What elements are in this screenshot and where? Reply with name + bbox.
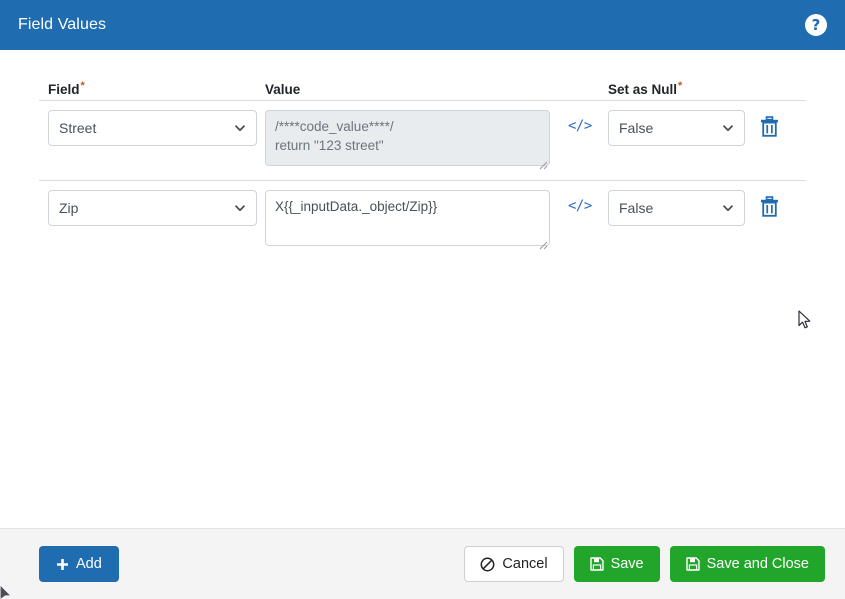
dialog-body: Field* Value Set as Null* Street /****co…	[0, 50, 845, 528]
help-circle-icon[interactable]: ?	[805, 14, 827, 36]
required-asterisk: *	[678, 79, 683, 92]
field-values-table: Field* Value Set as Null* Street /****co…	[39, 72, 806, 260]
chevron-down-icon	[234, 202, 246, 214]
code-editor-icon[interactable]: </>	[568, 199, 592, 213]
row-code-cell: </>	[560, 110, 602, 133]
save-button-label: Save	[610, 556, 644, 572]
code-editor-icon[interactable]: </>	[568, 119, 592, 133]
delete-row-button[interactable]	[760, 195, 780, 217]
trash-icon	[760, 115, 780, 137]
save-and-close-button-label: Save and Close	[706, 556, 809, 572]
row-value-cell	[260, 110, 560, 171]
value-textarea-wrapper	[265, 190, 550, 251]
column-header-field: Field*	[39, 79, 260, 97]
add-button-label: Add	[76, 556, 102, 572]
plus-icon	[56, 558, 69, 571]
save-and-close-button[interactable]: Save and Close	[669, 546, 825, 582]
cancel-button-label: Cancel	[502, 556, 548, 572]
save-button[interactable]: Save	[573, 546, 660, 582]
footer-actions: Cancel Save Save and Close	[464, 546, 825, 582]
value-textarea[interactable]	[265, 110, 550, 166]
delete-row-button[interactable]	[760, 115, 780, 137]
column-header-set-as-null: Set as Null*	[602, 79, 750, 97]
field-select[interactable]: Street	[48, 110, 257, 146]
column-header-value: Value	[260, 82, 560, 97]
required-asterisk: *	[80, 79, 85, 92]
floppy-disk-icon	[589, 557, 604, 571]
row-delete-cell	[750, 110, 806, 137]
row-set-as-null-cell: False	[602, 110, 750, 146]
set-as-null-select-value: False	[619, 200, 654, 216]
add-button[interactable]: Add	[39, 546, 119, 582]
column-header-set-as-null-label: Set as Null	[608, 82, 678, 97]
cancel-button[interactable]: Cancel	[464, 546, 564, 582]
value-textarea-wrapper	[265, 110, 550, 171]
chevron-down-icon	[234, 122, 246, 134]
column-header-value-label: Value	[265, 82, 301, 97]
row-set-as-null-cell: False	[602, 190, 750, 226]
dialog-footer: Add Cancel Save Save and Close	[0, 528, 845, 599]
field-select-value: Street	[59, 120, 97, 136]
row-code-cell: </>	[560, 190, 602, 213]
table-row: Zip </>	[39, 180, 806, 260]
field-select[interactable]: Zip	[48, 190, 257, 226]
row-field-cell: Zip	[39, 190, 260, 226]
chevron-down-icon	[722, 122, 734, 134]
table-row: Street </>	[39, 100, 806, 180]
floppy-disk-icon	[685, 557, 700, 571]
chevron-down-icon	[722, 202, 734, 214]
column-header-field-label: Field	[48, 82, 80, 97]
page-title: Field Values	[18, 16, 107, 33]
set-as-null-select[interactable]: False	[608, 190, 745, 226]
field-values-dialog: Field Values ? Field* Value Set as Null*	[0, 0, 845, 599]
set-as-null-select-value: False	[619, 120, 654, 136]
field-select-value: Zip	[59, 200, 79, 216]
set-as-null-select[interactable]: False	[608, 110, 745, 146]
row-delete-cell	[750, 190, 806, 217]
trash-icon	[760, 195, 780, 217]
dialog-title-bar: Field Values ?	[0, 0, 845, 50]
row-field-cell: Street	[39, 110, 260, 146]
ban-icon	[480, 557, 495, 572]
value-textarea[interactable]	[265, 190, 550, 246]
table-header-row: Field* Value Set as Null*	[39, 72, 806, 100]
row-value-cell	[260, 190, 560, 251]
